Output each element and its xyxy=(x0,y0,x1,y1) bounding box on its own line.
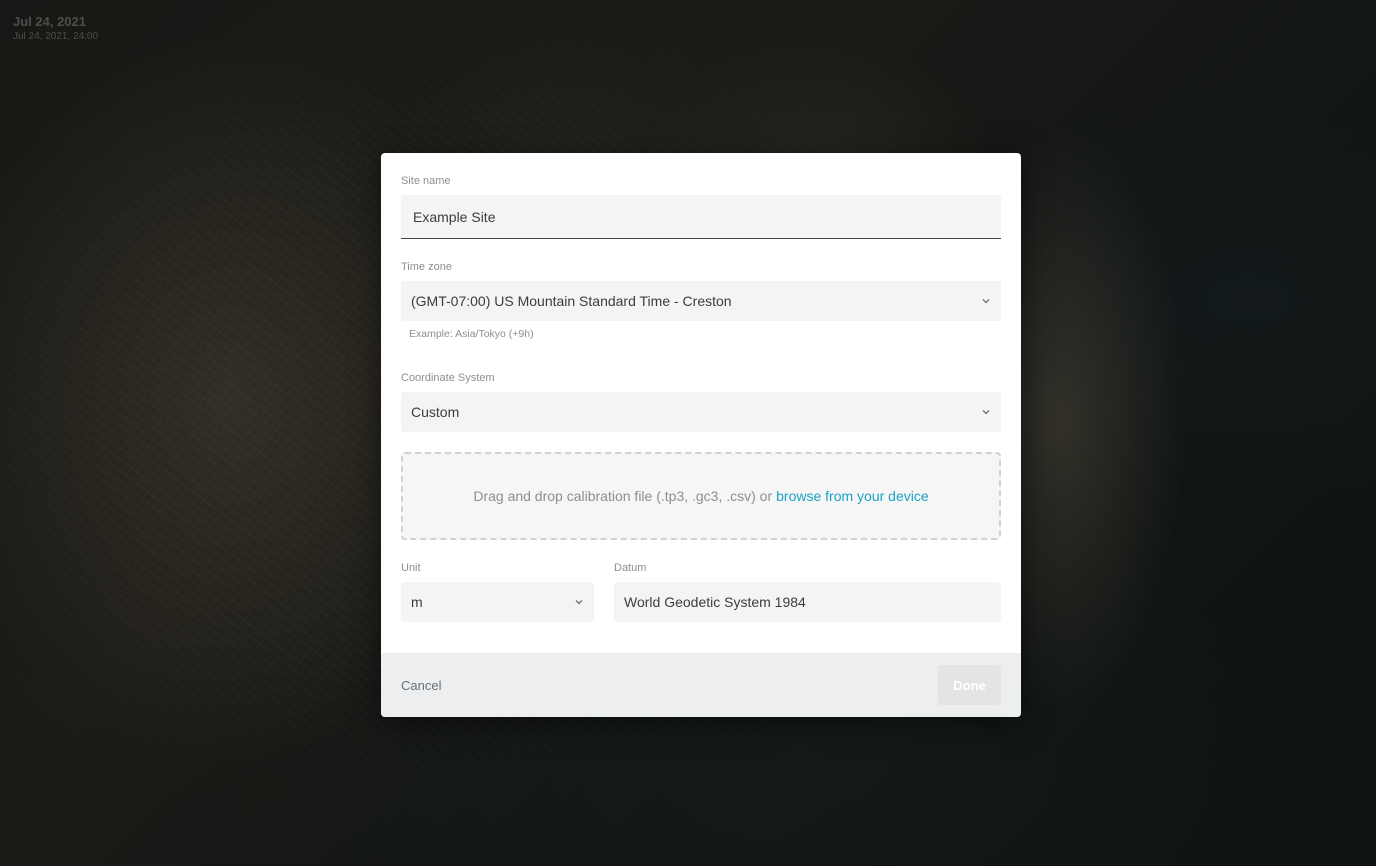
unit-datum-row: Unit m Datum World Geodetic System 1984 xyxy=(401,560,1001,622)
site-name-value: Example Site xyxy=(413,208,496,225)
datum-group: Datum World Geodetic System 1984 xyxy=(614,560,1001,622)
site-name-label: Site name xyxy=(401,175,451,187)
coordinate-system-label: Coordinate System xyxy=(401,372,495,384)
time-zone-selected: (GMT-07:00) US Mountain Standard Time - … xyxy=(411,293,732,309)
unit-selected: m xyxy=(411,594,423,610)
map-date-secondary: Jul 24, 2021, 24:00 xyxy=(13,31,99,42)
time-zone-group: Time zone (GMT-07:00) US Mountain Standa… xyxy=(401,259,1001,340)
dialog-footer: Cancel Done xyxy=(381,653,1021,717)
time-zone-label: Time zone xyxy=(401,261,452,273)
map-date-primary: Jul 24, 2021 xyxy=(13,14,86,29)
site-name-group: Site name Example Site xyxy=(401,173,1001,239)
chevron-down-icon xyxy=(574,597,584,607)
map-date-overlay: Jul 24, 2021 Jul 24, 2021, 24:00 xyxy=(13,14,98,44)
site-settings-dialog: Site name Example Site Time zone (GMT-07… xyxy=(381,153,1021,717)
datum-field: World Geodetic System 1984 xyxy=(614,582,1001,622)
unit-label: Unit xyxy=(401,562,421,574)
datum-value: World Geodetic System 1984 xyxy=(624,594,806,610)
coordinate-system-group: Coordinate System Custom xyxy=(401,370,1001,432)
chevron-down-icon xyxy=(981,407,991,417)
chevron-down-icon xyxy=(981,296,991,306)
time-zone-select[interactable]: (GMT-07:00) US Mountain Standard Time - … xyxy=(401,281,1001,321)
calibration-file-dropzone[interactable]: Drag and drop calibration file (.tp3, .g… xyxy=(401,452,1001,540)
dropzone-text: Drag and drop calibration file (.tp3, .g… xyxy=(473,488,773,504)
browse-device-link[interactable]: browse from your device xyxy=(776,488,929,504)
dialog-body: Site name Example Site Time zone (GMT-07… xyxy=(381,153,1021,622)
unit-select[interactable]: m xyxy=(401,582,594,622)
coordinate-system-selected: Custom xyxy=(411,404,460,420)
coordinate-system-select[interactable]: Custom xyxy=(401,392,1001,432)
site-name-input[interactable]: Example Site xyxy=(401,195,1001,239)
time-zone-helper: Example: Asia/Tokyo (+9h) xyxy=(409,328,534,340)
cancel-button[interactable]: Cancel xyxy=(401,678,441,693)
unit-group: Unit m xyxy=(401,560,594,622)
datum-label: Datum xyxy=(614,562,647,574)
done-button[interactable]: Done xyxy=(938,665,1001,705)
